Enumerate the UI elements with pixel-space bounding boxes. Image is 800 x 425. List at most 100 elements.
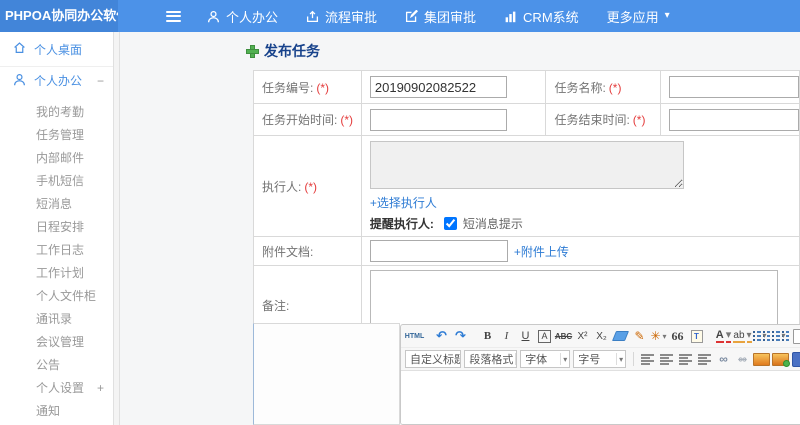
paragraph-format-select[interactable]: 段落格式▾	[464, 350, 518, 368]
required-mark: (*)	[304, 179, 318, 194]
image-manager-button[interactable]	[771, 351, 790, 367]
nav-more-apps[interactable]: 更多应用 ▾	[607, 7, 670, 26]
justify-full-button[interactable]	[696, 351, 713, 367]
caret-down-icon: ▾	[664, 10, 670, 21]
user-icon	[13, 73, 26, 89]
sidebar-item-short-message[interactable]: 短消息	[0, 193, 113, 216]
sidebar-item-personal-settings[interactable]: 个人设置 +	[0, 377, 113, 400]
italic-button[interactable]: I	[498, 328, 515, 344]
editor-content-area[interactable]	[401, 370, 800, 424]
end-time-label-cell: 任务结束时间: (*)	[545, 103, 661, 136]
redo-button[interactable]: ↷	[452, 328, 469, 344]
paste-plain-button[interactable]: T	[688, 328, 705, 344]
sidebar-item-attendance[interactable]: 我的考勤	[0, 101, 113, 124]
remove-format-eraser-button[interactable]	[611, 328, 630, 344]
select-executor-link[interactable]: +选择执行人	[370, 196, 437, 210]
insert-link-button[interactable]: ∞	[715, 351, 732, 367]
sidebar-item-notice[interactable]: 通知	[0, 400, 113, 423]
nav-group-approval[interactable]: 集团审批	[405, 7, 476, 26]
rich-text-editor: HTML↶↷BIUAABCX²X₂✎✳▾66TA▾ab▾▾▾ 自定义标题▾段落格…	[400, 324, 800, 425]
sidebar-submenu: 我的考勤 任务管理 内部邮件 手机短信 短消息 日程安排 工作日志 工作计划 个…	[0, 94, 113, 423]
caret-down-icon: ▾	[746, 329, 752, 343]
sidebar-item-work-plan[interactable]: 工作计划	[0, 262, 113, 285]
justify-center-button[interactable]	[658, 351, 675, 367]
caret-down-icon: ▾	[762, 330, 770, 342]
executor-label: 执行人:	[262, 179, 302, 194]
insert-image-button[interactable]	[752, 351, 770, 367]
bold-button[interactable]: B	[479, 328, 496, 344]
sms-remind-checkbox[interactable]	[443, 217, 457, 230]
page-title-text: 发布任务	[264, 43, 320, 59]
sidebar-item-label: 个人桌面	[34, 42, 83, 57]
sms-remind-option-label: 短消息提示	[462, 217, 523, 231]
end-time-label: 任务结束时间:	[554, 113, 630, 127]
user-icon	[207, 10, 220, 23]
executor-textarea[interactable]	[369, 141, 684, 189]
nav-workflow-approval[interactable]: 流程审批	[306, 7, 377, 26]
font-size-select[interactable]: 字号 ▾	[573, 350, 627, 368]
format-painter-button[interactable]: ✎	[631, 328, 648, 344]
ordered-list-button[interactable]: ▾	[753, 328, 770, 344]
attachment-upload-link[interactable]: +附件上传	[514, 243, 569, 260]
app-logo: PHPOA协同办公软件	[0, 0, 118, 32]
start-time-label-cell: 任务开始时间: (*)	[253, 103, 362, 136]
sidebar-item-task-management[interactable]: 任务管理	[0, 124, 113, 147]
blockquote-button[interactable]: 66	[669, 328, 686, 344]
unordered-list-button[interactable]: ▾	[772, 328, 789, 344]
collapse-icon[interactable]: −	[97, 74, 104, 88]
sidebar: 个人桌面 个人办公 − 我的考勤 任务管理 内部邮件 手机短信 短消息 日程安排…	[0, 32, 113, 425]
sidebar-item-contacts[interactable]: 通讯录	[0, 308, 113, 331]
justify-right-button[interactable]	[677, 351, 694, 367]
superscript-button[interactable]: X²	[574, 328, 591, 344]
attachment-label-cell: 附件文档:	[253, 236, 362, 266]
nav-personal-office[interactable]: 个人办公	[207, 7, 278, 26]
sidebar-scrollbar[interactable]	[113, 32, 120, 425]
sidebar-item-label: 个人设置	[36, 381, 85, 395]
custom-style-select[interactable]: 自定义标题▾	[405, 350, 462, 368]
sidebar-item-schedule[interactable]: 日程安排	[0, 216, 113, 239]
caret-down-icon: ▾	[781, 330, 789, 342]
new-document-button[interactable]	[791, 328, 800, 344]
caret-down-icon: ▾	[725, 329, 732, 343]
attachment-button[interactable]	[791, 351, 800, 367]
attachment-input[interactable]	[369, 240, 508, 262]
required-mark: (*)	[632, 113, 646, 127]
caret-down-icon: ▾	[560, 353, 567, 365]
source-html-button[interactable]: HTML	[405, 328, 424, 344]
justify-left-button[interactable]	[639, 351, 656, 367]
task-name-input[interactable]	[668, 76, 799, 98]
strikethrough-button[interactable]: ABC	[555, 328, 572, 344]
font-border-button[interactable]: A	[536, 328, 553, 344]
required-mark: (*)	[608, 80, 622, 95]
task-no-input[interactable]	[369, 76, 507, 98]
sidebar-item-file-cabinet[interactable]: 个人文件柜	[0, 285, 113, 308]
nav-label: CRM系统	[523, 9, 579, 25]
caret-down-icon: ▾	[616, 353, 623, 365]
remark-label: 备注:	[262, 299, 290, 313]
unlink-button[interactable]: ∞	[734, 351, 751, 367]
editor-toolbar-row2: 自定义标题▾段落格式▾字体▾字号▾ ∞∞	[401, 348, 800, 370]
sidebar-group-label: 个人办公	[34, 74, 83, 88]
menu-toggle-icon[interactable]	[166, 10, 181, 22]
start-time-input[interactable]	[369, 108, 507, 131]
caret-down-icon: ▾	[515, 353, 517, 365]
nav-label: 更多应用	[606, 9, 659, 25]
sidebar-item-sms[interactable]: 手机短信	[0, 170, 113, 193]
end-time-input[interactable]	[668, 108, 799, 131]
top-nav: 个人办公 流程审批 集团审批 CRM系统 更多应用 ▾	[207, 7, 670, 26]
sidebar-item-internal-mail[interactable]: 内部邮件	[0, 147, 113, 170]
sidebar-item-work-log[interactable]: 工作日志	[0, 239, 113, 262]
font-color-button[interactable]: A ▾	[715, 328, 732, 344]
sidebar-item-meeting[interactable]: 会议管理	[0, 331, 113, 354]
highlight-color-button[interactable]: ab ▾	[733, 328, 752, 344]
underline-button[interactable]: U	[517, 328, 534, 344]
expand-icon[interactable]: +	[97, 377, 104, 400]
sidebar-group-personal-office[interactable]: 个人办公 −	[0, 67, 113, 94]
auto-typeset-button[interactable]: ✳ ▾	[650, 328, 667, 344]
nav-crm-system[interactable]: CRM系统	[504, 7, 579, 26]
sidebar-item-announcement[interactable]: 公告	[0, 354, 113, 377]
font-family-select[interactable]: 字体 ▾	[520, 350, 571, 368]
undo-button[interactable]: ↶	[433, 328, 450, 344]
subscript-button[interactable]: X₂	[593, 328, 610, 344]
sidebar-item-desktop[interactable]: 个人桌面	[0, 32, 113, 67]
